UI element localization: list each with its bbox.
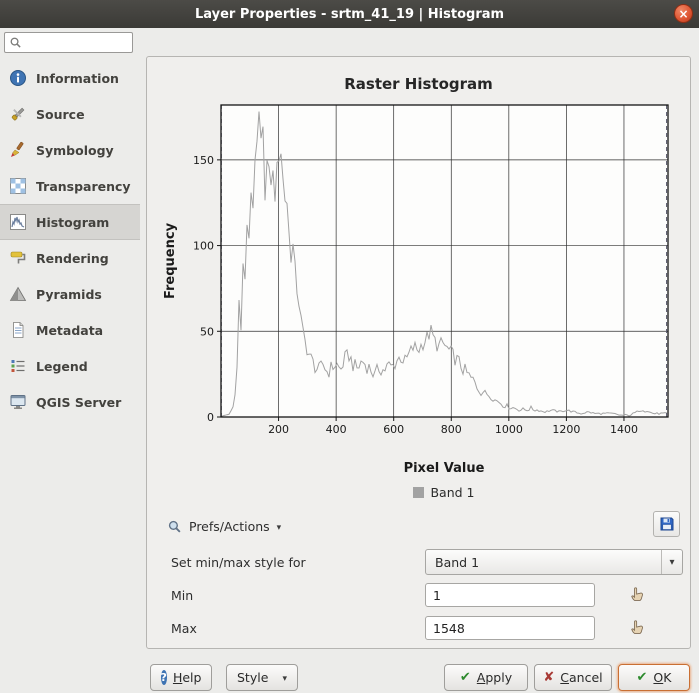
svg-text:400: 400 bbox=[326, 423, 347, 436]
titlebar: Layer Properties - srtm_41_19 | Histogra… bbox=[0, 0, 699, 28]
search-input[interactable] bbox=[26, 35, 128, 51]
min-label: Min bbox=[171, 582, 193, 608]
svg-text:600: 600 bbox=[383, 423, 404, 436]
cancel-button[interactable]: ✘ Cancel bbox=[534, 664, 612, 691]
svg-text:200: 200 bbox=[268, 423, 289, 436]
cross-icon: ✘ bbox=[543, 670, 554, 685]
y-axis-title: Frequency bbox=[163, 222, 178, 299]
sidebar-search[interactable] bbox=[4, 32, 133, 53]
svg-text:800: 800 bbox=[441, 423, 462, 436]
sidebar-item-information[interactable]: Information bbox=[0, 60, 140, 96]
min-input[interactable] bbox=[425, 583, 595, 607]
sidebar-item-label: Symbology bbox=[36, 143, 114, 158]
chevron-down-icon: ▾ bbox=[661, 550, 682, 574]
sidebar-item-symbology[interactable]: Symbology bbox=[0, 132, 140, 168]
search-icon bbox=[9, 36, 22, 49]
sidebar-item-legend[interactable]: Legend bbox=[0, 348, 140, 384]
sidebar-item-qgis-server[interactable]: QGIS Server bbox=[0, 384, 140, 420]
help-button-label: Help bbox=[173, 670, 202, 685]
svg-text:150: 150 bbox=[193, 154, 214, 167]
chevron-down-icon: ▾ bbox=[282, 674, 287, 684]
sidebar-item-label: Pyramids bbox=[36, 287, 102, 302]
prefs-actions-button[interactable]: Prefs/Actions ▾ bbox=[159, 513, 289, 539]
set-minmax-label: Set min/max style for bbox=[171, 549, 306, 575]
sidebar-item-source[interactable]: Source bbox=[0, 96, 140, 132]
help-button[interactable]: ? Help bbox=[150, 664, 212, 691]
ok-button-label: OK bbox=[653, 670, 671, 685]
sidebar-item-rendering[interactable]: Rendering bbox=[0, 240, 140, 276]
band-select-value: Band 1 bbox=[435, 555, 661, 570]
sidebar-item-label: Rendering bbox=[36, 251, 109, 266]
svg-text:100: 100 bbox=[193, 240, 214, 253]
pyramids-icon bbox=[9, 285, 27, 303]
window-title: Layer Properties - srtm_41_19 | Histogra… bbox=[195, 7, 504, 22]
sidebar-item-label: Histogram bbox=[36, 215, 109, 230]
apply-button[interactable]: ✔ Apply bbox=[444, 664, 528, 691]
cancel-button-label: Cancel bbox=[560, 670, 602, 685]
max-pick-button[interactable] bbox=[629, 618, 647, 636]
hand-pointer-icon bbox=[629, 618, 646, 635]
transparency-icon bbox=[9, 177, 27, 195]
prefs-actions-label: Prefs/Actions bbox=[189, 519, 270, 534]
legend-icon bbox=[9, 357, 27, 375]
hand-pointer-icon bbox=[629, 585, 646, 602]
svg-text:1200: 1200 bbox=[552, 423, 580, 436]
save-icon bbox=[659, 516, 675, 532]
sidebar-item-label: QGIS Server bbox=[36, 395, 121, 410]
symbology-icon bbox=[9, 141, 27, 159]
check-icon: ✔ bbox=[637, 670, 648, 685]
sidebar-item-label: Transparency bbox=[36, 179, 131, 194]
histogram-panel: Raster Histogram Frequency 200 400 600 800 1… bbox=[146, 56, 691, 649]
legend-swatch bbox=[413, 487, 424, 498]
min-pick-button[interactable] bbox=[629, 585, 647, 603]
style-button-label: Style bbox=[237, 670, 268, 685]
sidebar-item-transparency[interactable]: Transparency bbox=[0, 168, 140, 204]
rendering-icon bbox=[9, 249, 27, 267]
metadata-icon bbox=[9, 321, 27, 339]
page-title: Raster Histogram bbox=[147, 75, 690, 93]
check-icon: ✔ bbox=[460, 670, 471, 685]
help-icon: ? bbox=[161, 670, 167, 685]
histogram-icon bbox=[9, 213, 27, 231]
histogram-chart[interactable]: Frequency 200 400 600 800 1000 1200 1400 0 50 100… bbox=[159, 97, 679, 459]
sidebar-item-metadata[interactable]: Metadata bbox=[0, 312, 140, 348]
sidebar-item-label: Source bbox=[36, 107, 85, 122]
source-icon bbox=[9, 105, 27, 123]
sidebar-item-label: Legend bbox=[36, 359, 88, 374]
max-input[interactable] bbox=[425, 616, 595, 640]
svg-text:0: 0 bbox=[207, 411, 214, 424]
chart-legend: Band 1 bbox=[221, 485, 667, 500]
info-icon bbox=[9, 69, 27, 87]
sidebar: Information Source Symbology Tra bbox=[0, 60, 140, 420]
sidebar-item-histogram[interactable]: Histogram bbox=[0, 204, 140, 240]
qgis-server-icon bbox=[9, 393, 27, 411]
svg-text:1400: 1400 bbox=[610, 423, 638, 436]
sidebar-item-pyramids[interactable]: Pyramids bbox=[0, 276, 140, 312]
svg-text:50: 50 bbox=[200, 325, 214, 338]
svg-text:1000: 1000 bbox=[495, 423, 523, 436]
magnifier-icon bbox=[167, 519, 182, 534]
ok-button[interactable]: ✔ OK bbox=[618, 664, 690, 691]
legend-label: Band 1 bbox=[430, 485, 474, 500]
save-histogram-button[interactable] bbox=[653, 511, 680, 537]
max-label: Max bbox=[171, 615, 197, 641]
style-button[interactable]: Style ▾ bbox=[226, 664, 298, 691]
close-icon: × bbox=[678, 8, 688, 20]
close-button[interactable]: × bbox=[674, 4, 693, 23]
x-axis-title: Pixel Value bbox=[221, 461, 667, 476]
band-select[interactable]: Band 1 ▾ bbox=[425, 549, 683, 575]
sidebar-item-label: Metadata bbox=[36, 323, 103, 338]
apply-button-label: Apply bbox=[477, 670, 512, 685]
sidebar-item-label: Information bbox=[36, 71, 119, 86]
chevron-down-icon: ▾ bbox=[277, 523, 282, 533]
